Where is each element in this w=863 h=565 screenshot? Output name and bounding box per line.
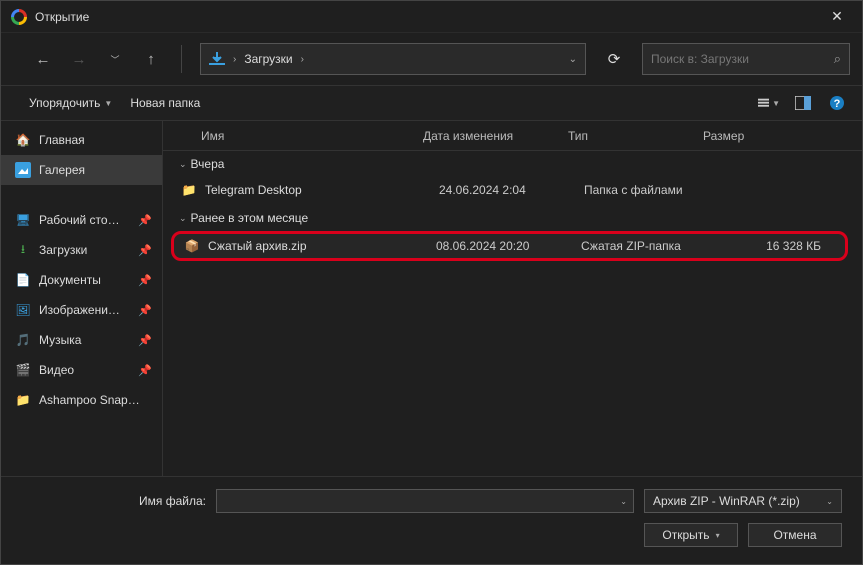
chevron-down-icon: ▼	[104, 99, 112, 108]
chrome-icon	[11, 9, 27, 25]
sidebar-item-ashampoo[interactable]: 📁 Ashampoo Snap…	[1, 385, 162, 415]
documents-icon: 📄	[15, 272, 31, 288]
titlebar: Открытие ✕	[1, 1, 862, 33]
home-icon: 🏠	[15, 132, 31, 148]
sidebar-item-home[interactable]: 🏠 Главная	[1, 125, 162, 155]
svg-text:?: ?	[834, 98, 841, 110]
pin-icon: 📌	[138, 274, 152, 287]
pin-icon: 📌	[138, 334, 152, 347]
sidebar-item-documents[interactable]: 📄 Документы 📌	[1, 265, 162, 295]
sidebar: 🏠 Главная Галерея 🖥 Рабочий сто… 📌 ⭳ Заг…	[1, 121, 163, 476]
chevron-down-icon: ⌄	[179, 213, 187, 224]
search-box[interactable]: ⌕	[642, 43, 850, 75]
downloads-icon: ⭳	[15, 242, 31, 258]
sidebar-item-pictures[interactable]: 🖼 Изображени… 📌	[1, 295, 162, 325]
file-row-zip[interactable]: 📦 Сжатый архив.zip 08.06.2024 20:20 Сжат…	[171, 231, 848, 261]
folder-icon: 📁	[179, 183, 199, 197]
videos-icon: 🎬	[15, 362, 31, 378]
sidebar-item-downloads[interactable]: ⭳ Загрузки 📌	[1, 235, 162, 265]
chevron-down-icon: ▾	[716, 531, 720, 540]
group-earlier[interactable]: ⌄ Ранее в этом месяце	[163, 205, 862, 229]
preview-pane-button[interactable]	[792, 92, 814, 114]
file-open-dialog: Открытие ✕ ← → ﹀ ↑ › Загрузки › ⌄ ⟳ ⌕ Уп…	[0, 0, 863, 565]
pictures-icon: 🖼	[15, 302, 31, 318]
recent-dropdown[interactable]: ﹀	[103, 47, 127, 71]
pin-icon: 📌	[138, 364, 152, 377]
filename-input[interactable]: ⌄	[216, 489, 634, 513]
music-icon: 🎵	[15, 332, 31, 348]
downloads-icon	[209, 51, 225, 67]
cancel-button[interactable]: Отмена	[748, 523, 842, 547]
divider	[181, 45, 182, 73]
file-type-filter[interactable]: Архив ZIP - WinRAR (*.zip) ⌄	[644, 489, 842, 513]
sidebar-item-gallery[interactable]: Галерея	[1, 155, 162, 185]
search-icon[interactable]: ⌕	[834, 51, 841, 67]
pin-icon: 📌	[138, 304, 152, 317]
pin-icon: 📌	[138, 244, 152, 257]
file-list: Имя Дата изменения Тип Размер ⌄ Вчера 📁 …	[163, 121, 862, 476]
pin-icon: 📌	[138, 214, 152, 227]
sidebar-item-videos[interactable]: 🎬 Видео 📌	[1, 355, 162, 385]
chevron-right-icon: ›	[301, 54, 304, 65]
desktop-icon: 🖥	[15, 212, 31, 228]
toolbar: Упорядочить ▼ Новая папка ▼ ?	[1, 85, 862, 121]
view-options-button[interactable]: ▼	[758, 92, 780, 114]
search-input[interactable]	[651, 52, 834, 66]
forward-button[interactable]: →	[67, 47, 91, 71]
zip-icon: 📦	[182, 239, 202, 253]
organize-button[interactable]: Упорядочить ▼	[29, 96, 112, 110]
help-button[interactable]: ?	[826, 92, 848, 114]
chevron-down-icon[interactable]: ⌄	[620, 497, 627, 506]
sidebar-item-desktop[interactable]: 🖥 Рабочий сто… 📌	[1, 205, 162, 235]
up-button[interactable]: ↑	[139, 47, 163, 71]
breadcrumb[interactable]: › Загрузки › ⌄	[200, 43, 586, 75]
refresh-button[interactable]: ⟳	[598, 43, 630, 75]
chevron-down-icon: ⌄	[179, 159, 187, 170]
column-name[interactable]: Имя	[163, 129, 423, 143]
chevron-down-icon: ⌄	[826, 497, 833, 506]
breadcrumb-folder[interactable]: Загрузки	[244, 52, 292, 66]
open-button[interactable]: Открыть ▾	[644, 523, 738, 547]
chevron-right-icon: ›	[233, 54, 236, 65]
window-title: Открытие	[35, 10, 89, 24]
file-row-telegram[interactable]: 📁 Telegram Desktop 24.06.2024 2:04 Папка…	[163, 175, 862, 205]
group-yesterday[interactable]: ⌄ Вчера	[163, 151, 862, 175]
body: 🏠 Главная Галерея 🖥 Рабочий сто… 📌 ⭳ Заг…	[1, 121, 862, 476]
folder-icon: 📁	[15, 392, 31, 408]
column-size[interactable]: Размер	[703, 129, 862, 143]
back-button[interactable]: ←	[31, 47, 55, 71]
close-button[interactable]: ✕	[814, 1, 860, 33]
column-headers: Имя Дата изменения Тип Размер	[163, 121, 862, 151]
new-folder-button[interactable]: Новая папка	[130, 96, 200, 110]
gallery-icon	[15, 162, 31, 178]
footer: Имя файла: ⌄ Архив ZIP - WinRAR (*.zip) …	[1, 476, 862, 564]
column-date[interactable]: Дата изменения	[423, 129, 568, 143]
navbar: ← → ﹀ ↑ › Загрузки › ⌄ ⟳ ⌕	[1, 33, 862, 85]
chevron-down-icon[interactable]: ⌄	[569, 54, 577, 65]
filename-label: Имя файла:	[139, 494, 206, 508]
column-type[interactable]: Тип	[568, 129, 703, 143]
sidebar-item-music[interactable]: 🎵 Музыка 📌	[1, 325, 162, 355]
